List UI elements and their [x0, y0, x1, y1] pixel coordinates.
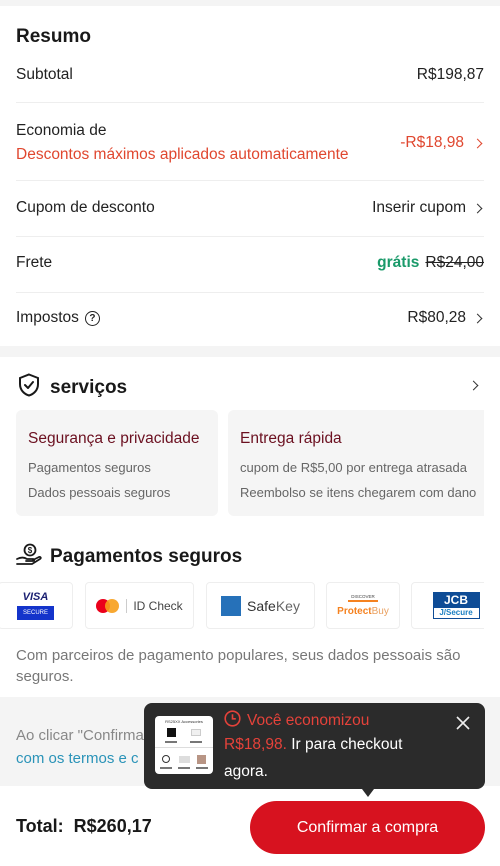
service-card-title: Entrega rápida	[240, 430, 342, 447]
clock-icon	[224, 710, 241, 732]
coupon-row[interactable]: Cupom de desconto Inserir cupom	[16, 199, 484, 217]
tooltip-cta-cont: agora.	[224, 763, 268, 780]
svg-text:$: $	[28, 546, 33, 555]
service-card-fast-delivery[interactable]: Entrega rápida cupom de R$5,00 por entre…	[228, 410, 484, 516]
tooltip-heading: Você economizou	[247, 712, 370, 729]
total-label: Total:	[16, 816, 64, 836]
services-section: serviços Segurança e privacidade Pagamen…	[0, 357, 500, 697]
shipping-label: Frete	[16, 254, 53, 271]
hand-coin-icon: $	[16, 543, 42, 570]
taxes-value: R$80,28	[407, 309, 466, 326]
mastercard-icon	[96, 598, 120, 613]
terms-link[interactable]: com os termos e c	[16, 750, 139, 767]
subtotal-value: R$198,87	[416, 66, 484, 83]
divider	[16, 236, 484, 237]
checkout-bar: Total: R$260,17 Confirmar a compra	[0, 786, 500, 866]
divider	[16, 292, 484, 293]
savings-label: Economia de	[16, 122, 107, 139]
taxes-row[interactable]: Impostos ? R$80,28	[16, 309, 484, 327]
summary-title: Resumo	[16, 26, 91, 47]
payments-title: Pagamentos seguros	[50, 545, 243, 567]
payments-header: $ Pagamentos seguros	[16, 543, 242, 570]
product-thumbnail: RS25XX Accessories	[155, 716, 213, 774]
divider	[16, 102, 484, 103]
savings-subtext: Descontos máximos aplicados automaticame…	[16, 146, 349, 163]
subtotal-label: Subtotal	[16, 66, 73, 83]
amex-icon	[221, 595, 242, 616]
taxes-label: Impostos	[16, 309, 79, 326]
shipping-free-badge: grátis	[377, 254, 420, 271]
amex-safekey-logo: SafeKey	[206, 582, 315, 629]
order-summary-card: Resumo Subtotal R$198,87 Economia de Des…	[0, 6, 500, 346]
tooltip-cta: Ir para checkout	[291, 736, 403, 753]
chevron-right-icon	[472, 312, 484, 324]
tooltip-message[interactable]: R$18,98. Ir para checkout	[224, 736, 402, 754]
service-card-security[interactable]: Segurança e privacidade Pagamentos segur…	[16, 410, 218, 516]
divider	[16, 180, 484, 181]
payments-description: Com parceiros de pagamento populares, se…	[16, 647, 461, 685]
coupon-label: Cupom de desconto	[16, 199, 155, 216]
help-icon[interactable]: ?	[84, 310, 100, 326]
shield-check-icon	[18, 373, 40, 402]
chevron-right-icon	[472, 202, 484, 214]
insert-coupon-link[interactable]: Inserir cupom	[372, 199, 466, 217]
subtotal-row: Subtotal R$198,87	[16, 66, 484, 84]
close-icon[interactable]	[455, 715, 471, 731]
total-value: R$260,17	[73, 816, 152, 836]
jcb-jsecure-logo: JCB J/Secure	[411, 582, 484, 629]
discover-protectbuy-logo: DISCOVER ProtectBuy	[326, 582, 400, 629]
payment-logos-carousel[interactable]: VISA SECURE ID Check SafeKey DISCOVER Pr…	[0, 582, 484, 630]
services-header[interactable]: serviços	[18, 373, 127, 402]
savings-value: -R$18,98	[400, 134, 464, 151]
visa-secure-logo: VISA SECURE	[0, 582, 73, 629]
service-card-line: Pagamentos seguros	[28, 460, 151, 475]
shipping-row: Frete grátis R$24,00	[16, 254, 484, 272]
mastercard-id-check-logo: ID Check	[85, 582, 194, 629]
chevron-right-icon	[472, 137, 484, 149]
terms-text: Ao clicar "Confirma	[16, 727, 144, 744]
chevron-right-icon[interactable]	[468, 379, 480, 391]
services-title: serviços	[50, 376, 128, 398]
confirm-purchase-button[interactable]: Confirmar a compra	[250, 801, 485, 854]
service-card-line: cupom de R$5,00 por entrega atrasada	[240, 460, 467, 475]
shipping-original-price: R$24,00	[425, 254, 484, 271]
order-total: Total: R$260,17	[16, 816, 152, 837]
tooltip-amount: R$18,98.	[224, 736, 287, 753]
savings-tooltip[interactable]: RS25XX Accessories Você economizou R$18,…	[144, 703, 485, 797]
service-card-line: Dados pessoais seguros	[28, 485, 171, 500]
service-card-line: Reembolso se itens chegarem com dano	[240, 485, 477, 500]
service-card-title: Segurança e privacidade	[28, 430, 200, 447]
